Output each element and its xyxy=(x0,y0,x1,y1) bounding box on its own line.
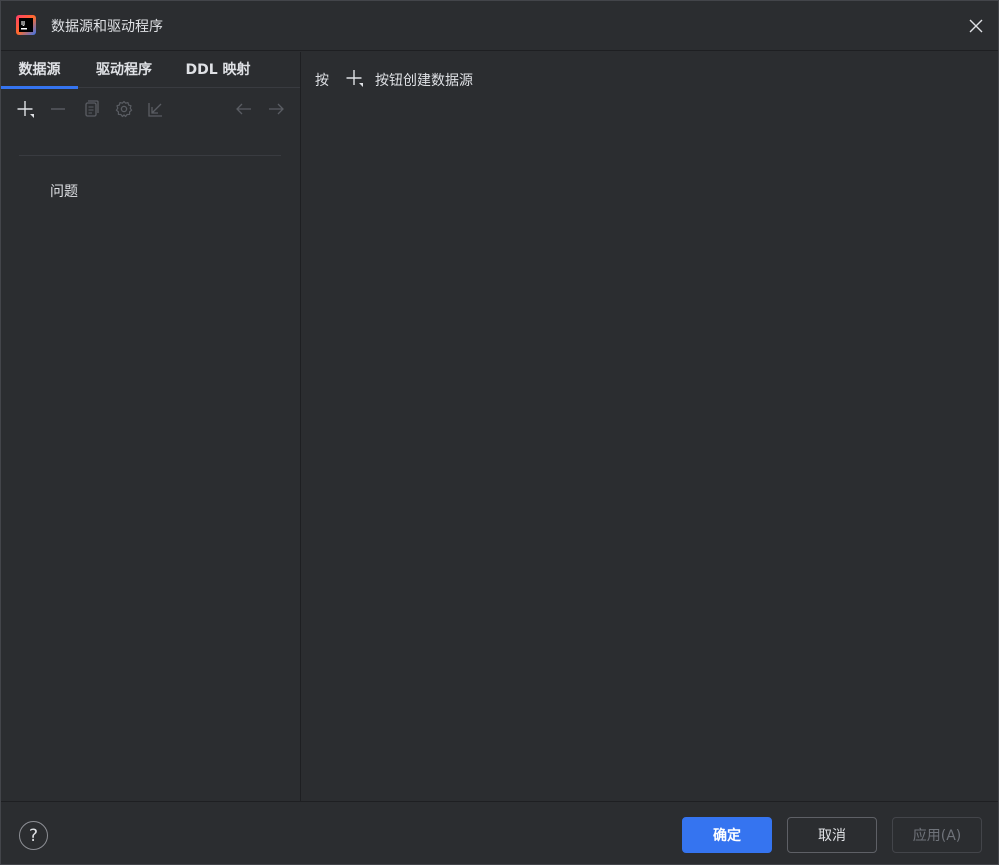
back-arrow-icon xyxy=(236,103,251,115)
close-button[interactable] xyxy=(964,14,988,38)
app-logo-icon: IJ xyxy=(15,14,37,36)
settings-icon xyxy=(115,100,133,118)
duplicate-button[interactable] xyxy=(80,98,102,120)
import-icon xyxy=(148,103,162,117)
tab-ddl-mappings[interactable]: DDL 映射 xyxy=(177,52,259,88)
add-icon xyxy=(346,70,363,87)
settings-button[interactable] xyxy=(113,98,135,120)
problems-divider xyxy=(19,155,281,156)
left-panel: 数据源 驱动程序 DDL 映射 问题 xyxy=(1,52,301,801)
tab-data-sources[interactable]: 数据源 xyxy=(1,52,78,89)
tab-bar: 数据源 驱动程序 DDL 映射 xyxy=(1,52,300,89)
hint-suffix: 按钮创建数据源 xyxy=(375,73,473,89)
close-icon xyxy=(969,19,983,33)
dialog-window: IJ 数据源和驱动程序 数据源 驱动程序 DDL 映射 问题 按 按钮创建数据源… xyxy=(0,0,999,865)
apply-button[interactable]: 应用(A) xyxy=(892,817,982,853)
help-button[interactable]: ? xyxy=(19,821,48,850)
tab-drivers[interactable]: 驱动程序 xyxy=(81,52,167,88)
hint-prefix: 按 xyxy=(315,73,329,89)
add-icon xyxy=(17,101,34,118)
remove-button[interactable] xyxy=(47,98,69,120)
ok-button[interactable]: 确定 xyxy=(682,817,772,853)
problems-label[interactable]: 问题 xyxy=(50,181,78,201)
forward-button[interactable] xyxy=(265,98,287,120)
cancel-button[interactable]: 取消 xyxy=(787,817,877,853)
toolbar xyxy=(1,89,300,131)
forward-arrow-icon xyxy=(269,103,284,115)
duplicate-icon xyxy=(85,100,99,117)
footer: ? 确定 取消 应用(A) xyxy=(1,801,998,864)
add-button[interactable] xyxy=(14,98,36,120)
svg-text:IJ: IJ xyxy=(21,21,25,27)
import-button[interactable] xyxy=(145,98,167,120)
back-button[interactable] xyxy=(233,98,255,120)
title-bar: IJ 数据源和驱动程序 xyxy=(1,1,998,51)
remove-icon xyxy=(51,108,65,110)
right-panel: 按 按钮创建数据源 xyxy=(302,52,998,801)
window-title: 数据源和驱动程序 xyxy=(51,19,163,35)
